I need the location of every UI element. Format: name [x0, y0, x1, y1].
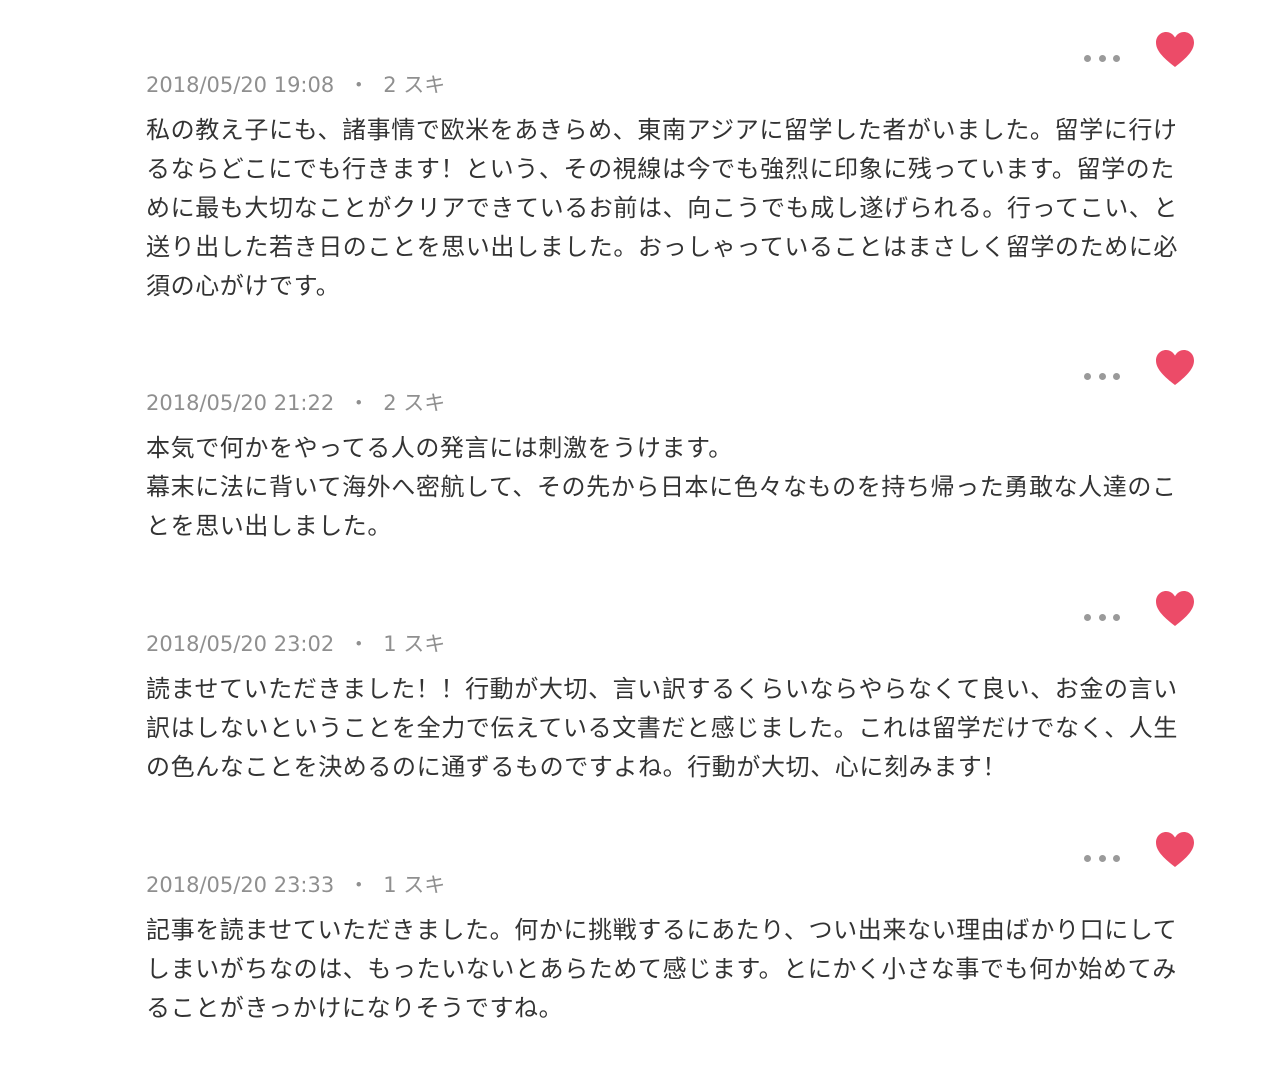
more-menu-button[interactable] — [1084, 848, 1120, 868]
comment-meta: 2018/05/20 23:33 ・ 1 スキ — [146, 870, 445, 900]
more-horizontal-icon-dot — [1098, 613, 1106, 621]
comment-text: 記事を読ませていただきました。何かに挑戦するにあたり、つい出来ない理由ばかり口に… — [146, 916, 1178, 1022]
more-menu-button[interactable] — [1084, 48, 1120, 68]
meta-separator: ・ — [348, 391, 370, 415]
more-menu-button[interactable] — [1084, 607, 1120, 627]
meta-separator: ・ — [348, 632, 370, 656]
more-horizontal-icon-dot — [1098, 54, 1106, 62]
comment-list: 2018/05/20 19:08 ・ 2 スキ 私の教え子にも、諸事情で欧米をあきら… — [0, 0, 1280, 1067]
heart-icon — [1156, 591, 1194, 626]
more-horizontal-icon-dot — [1098, 854, 1106, 862]
heart-icon — [1156, 350, 1194, 385]
more-horizontal-icon — [1084, 54, 1091, 62]
like-count[interactable]: 2 スキ — [383, 73, 445, 97]
more-horizontal-icon-dot — [1113, 613, 1120, 621]
meta-separator: ・ — [348, 873, 370, 897]
like-button[interactable] — [1154, 348, 1196, 388]
like-button[interactable] — [1154, 589, 1196, 629]
more-horizontal-icon — [1084, 854, 1091, 862]
like-count[interactable]: 1 スキ — [383, 873, 445, 897]
comment-timestamp: 2018/05/20 23:33 — [146, 873, 335, 897]
more-horizontal-icon-dot — [1098, 372, 1106, 380]
meta-separator: ・ — [348, 73, 370, 97]
heart-icon — [1156, 32, 1194, 67]
comment-text: 読ませていただきました！！行動が大切、言い訳するくらいならやらなくて良い、お金の… — [146, 675, 1178, 781]
comment-timestamp: 2018/05/20 21:22 — [146, 391, 335, 415]
like-count[interactable]: 2 スキ — [383, 391, 445, 415]
like-button[interactable] — [1154, 30, 1196, 70]
like-count[interactable]: 1 スキ — [383, 632, 445, 656]
more-horizontal-icon — [1084, 613, 1091, 621]
like-button[interactable] — [1154, 830, 1196, 870]
comment-timestamp: 2018/05/20 23:02 — [146, 632, 335, 656]
comment-text: 本気で何かをやってる人の発言には刺激をうけます。 幕末に法に背いて海外へ密航して… — [146, 434, 1177, 540]
comment-meta: 2018/05/20 21:22 ・ 2 スキ — [146, 388, 445, 418]
comment-timestamp: 2018/05/20 19:08 — [146, 73, 335, 97]
comment-meta: 2018/05/20 19:08 ・ 2 スキ — [146, 70, 445, 100]
more-menu-button[interactable] — [1084, 366, 1120, 386]
more-horizontal-icon-dot — [1113, 372, 1120, 380]
more-horizontal-icon — [1084, 372, 1091, 380]
comment-meta: 2018/05/20 23:02 ・ 1 スキ — [146, 629, 445, 659]
heart-icon — [1156, 832, 1194, 867]
comment-text: 私の教え子にも、諸事情で欧米をあきらめ、東南アジアに留学した者がいました。留学に… — [146, 116, 1178, 300]
more-horizontal-icon-dot — [1113, 854, 1120, 862]
more-horizontal-icon-dot — [1113, 54, 1120, 62]
